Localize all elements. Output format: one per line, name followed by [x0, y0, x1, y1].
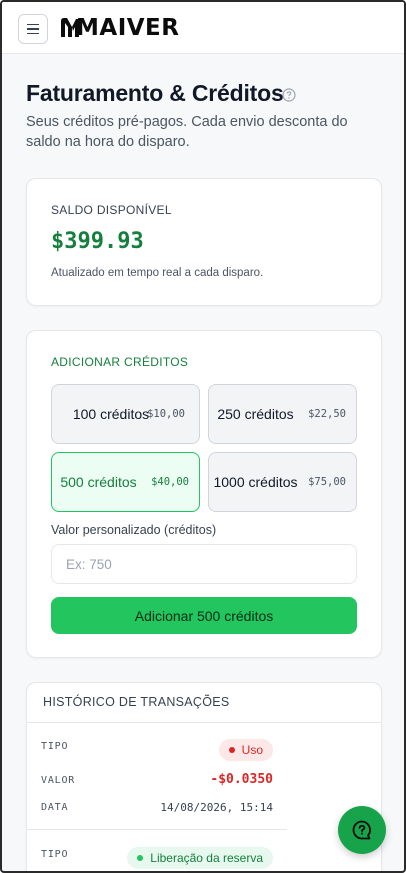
top-bar: MAIVER [2, 2, 404, 54]
status-dot-icon [228, 747, 235, 753]
package-name: 500 créditos [60, 474, 137, 490]
package-500-credits[interactable]: 500 créditos $40,00 [51, 452, 200, 512]
custom-amount-input[interactable] [51, 544, 357, 584]
status-dot-icon [137, 855, 144, 861]
type-key: TIPO [41, 849, 69, 860]
package-1000-credits[interactable]: 1000 créditos $75,00 [208, 452, 357, 512]
package-100-credits[interactable]: 100 créditos $10,00 [51, 384, 200, 444]
package-250-credits[interactable]: 250 créditos $22,50 [208, 384, 357, 444]
package-name: 100 créditos [72, 406, 150, 422]
status-badge: Liberação da reserva [127, 847, 273, 869]
date-key: DATA [41, 802, 69, 813]
value-key: VALOR [41, 775, 76, 786]
hamburger-menu-button[interactable] [18, 14, 48, 44]
transaction-date: 14/08/2026, 15:14 [160, 801, 273, 814]
package-price: $22,50 [308, 408, 346, 420]
hamburger-menu-icon [27, 23, 39, 26]
package-name: 250 créditos [217, 406, 294, 422]
page-subtitle: Seus créditos pré-pagos. Cada envio desc… [26, 114, 348, 150]
app-frame: MAIVER Faturamento & Créditos Seus crédi… [0, 0, 406, 873]
status-badge-label: Liberação da reserva [150, 851, 263, 865]
chat-help-button[interactable] [338, 806, 386, 854]
page-title: Faturamento & Créditos [26, 80, 284, 106]
package-price: $40,00 [151, 476, 189, 488]
package-name: 1000 créditos [213, 474, 298, 490]
transaction-amount: -$0.0350 [210, 772, 273, 787]
brand-name: MAIVER [76, 15, 180, 41]
transaction-history-card: HISTÓRICO DE TRANSAÇÕES TIPO Uso VALOR -… [26, 682, 382, 871]
balance-value: $399.93 [51, 229, 144, 254]
add-credits-label: ADICIONAR CRÉDITOS [51, 355, 189, 369]
package-price: $10,00 [147, 408, 185, 420]
status-badge-label: Uso [241, 743, 263, 757]
balance-card: SALDO DISPONÍVEL $399.93 Atualizado em t… [26, 178, 382, 306]
type-key: TIPO [41, 741, 69, 752]
balance-label: SALDO DISPONÍVEL [51, 203, 172, 217]
custom-amount-label: Valor personalizado (créditos) [51, 523, 217, 537]
package-price: $75,00 [308, 476, 346, 488]
add-credits-card: ADICIONAR CRÉDITOS 100 créditos $10,00 2… [26, 330, 382, 658]
help-circle-icon[interactable] [282, 88, 296, 102]
add-credits-button[interactable]: Adicionar 500 créditos [51, 597, 357, 634]
history-title: HISTÓRICO DE TRANSAÇÕES [27, 683, 381, 723]
balance-note: Atualizado em tempo real a cada disparo. [51, 267, 264, 279]
status-badge: Uso [218, 739, 273, 761]
transaction-divider [27, 829, 287, 830]
chat-help-icon [352, 820, 371, 840]
